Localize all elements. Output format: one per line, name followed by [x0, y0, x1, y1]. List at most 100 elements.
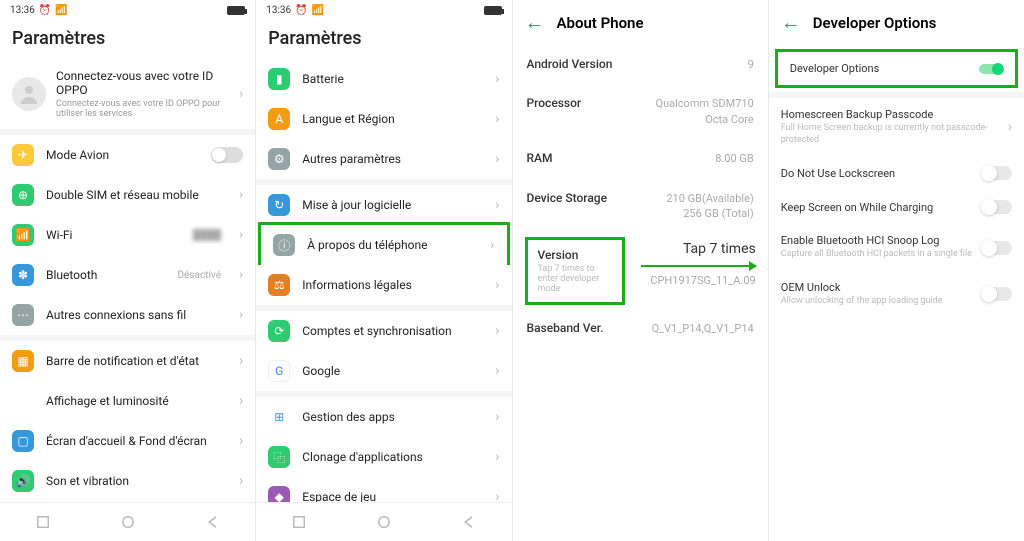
- developer-options-toggle-row[interactable]: Developer Options: [778, 52, 1015, 85]
- no-lockscreen-toggle[interactable]: [982, 166, 1012, 180]
- wallpaper-icon: ▢: [12, 430, 34, 452]
- software-update-row[interactable]: ↻ Mise à jour logicielle ›: [256, 185, 511, 225]
- chevron-right-icon: ›: [495, 489, 499, 502]
- page-title: About Phone: [557, 14, 644, 32]
- clone-icon: ⿻: [268, 446, 290, 468]
- bluetooth-hci-row[interactable]: Enable Bluetooth HCI Snoop Log Capture a…: [769, 224, 1024, 271]
- wifi-icon: 📶: [55, 5, 67, 16]
- chevron-right-icon: ›: [495, 111, 499, 127]
- wallpaper-row[interactable]: ▢ Écran d'accueil & Fond d'écran ›: [0, 421, 255, 461]
- recents-button[interactable]: [290, 513, 308, 531]
- ram-row[interactable]: RAM 8.00 GB: [513, 139, 768, 178]
- app-clone-row[interactable]: ⿻ Clonage d'applications ›: [256, 437, 511, 477]
- baseband-row[interactable]: Baseband Ver. Q_V1_P14,Q_V1_P14: [513, 309, 768, 348]
- page-title: Developer Options: [813, 14, 937, 32]
- avatar: [12, 77, 46, 111]
- status-bar: 13:36 ⏰ 📶: [0, 0, 255, 20]
- chevron-right-icon: ›: [239, 267, 243, 283]
- other-settings-row[interactable]: ⚙ Autres paramètres ›: [256, 139, 511, 179]
- chevron-right-icon: ›: [239, 433, 243, 449]
- airplane-mode-row[interactable]: ✈ Mode Avion: [0, 135, 255, 175]
- chevron-right-icon: ›: [495, 277, 499, 293]
- chevron-right-icon: ›: [495, 197, 499, 213]
- account-row[interactable]: Connectez-vous avec votre ID OPPO Connec…: [0, 59, 255, 129]
- back-button[interactable]: [460, 513, 478, 531]
- chevron-right-icon: ›: [239, 187, 243, 203]
- gear-icon: ⚙: [268, 148, 290, 170]
- other-connections-row[interactable]: ⋯ Autres connexions sans fil ›: [0, 295, 255, 335]
- update-icon: ↻: [268, 194, 290, 216]
- back-arrow[interactable]: ←: [781, 10, 801, 35]
- game-space-row[interactable]: ◆ Espace de jeu ›: [256, 477, 511, 502]
- google-icon: G: [268, 360, 290, 382]
- legal-info-row[interactable]: ⚖ Informations légales ›: [256, 265, 511, 305]
- legal-icon: ⚖: [268, 274, 290, 296]
- back-button[interactable]: [204, 513, 222, 531]
- battery-row[interactable]: ▮ Batterie ›: [256, 59, 511, 99]
- language-row[interactable]: A Langue et Région ›: [256, 99, 511, 139]
- notification-bar-row[interactable]: ▦ Barre de notification et d'état ›: [0, 341, 255, 381]
- sound-icon: 🔊: [12, 470, 34, 492]
- account-subtitle: Connectez-vous avec votre ID OPPO pour u…: [56, 99, 229, 119]
- accounts-row[interactable]: ⟳ Comptes et synchronisation ›: [256, 311, 511, 351]
- android-version-row[interactable]: Android Version 9: [513, 45, 768, 84]
- battery-icon: [227, 6, 245, 15]
- language-icon: A: [268, 108, 290, 130]
- sim-icon: ⊕: [12, 184, 34, 206]
- info-icon: ⓘ: [273, 234, 295, 256]
- chevron-right-icon: ›: [495, 151, 499, 167]
- notification-icon: ▦: [12, 350, 34, 372]
- time: 13:36: [10, 5, 35, 16]
- settings-panel-1: 13:36 ⏰ 📶 Paramètres Connectez-vous avec v…: [0, 0, 256, 541]
- version-row-highlight[interactable]: Version Tap 7 times to enter developer m…: [525, 237, 625, 305]
- chevron-right-icon: ›: [1008, 119, 1012, 135]
- dual-sim-row[interactable]: ⊕ Double SIM et réseau mobile ›: [0, 175, 255, 215]
- display-row[interactable]: ☀ Affichage et luminosité ›: [0, 381, 255, 421]
- airplane-icon: ✈: [12, 144, 34, 166]
- homescreen-backup-row[interactable]: Homescreen Backup Passcode Full Home Scr…: [769, 98, 1024, 156]
- alarm-icon: ⏰: [39, 5, 51, 16]
- chevron-right-icon: ›: [239, 473, 243, 489]
- bluetooth-icon: ✽: [12, 264, 34, 286]
- recents-button[interactable]: [34, 513, 52, 531]
- airplane-toggle[interactable]: [211, 147, 243, 163]
- chevron-right-icon: ›: [495, 449, 499, 465]
- game-icon: ◆: [268, 486, 290, 502]
- hci-toggle[interactable]: [982, 241, 1012, 255]
- sound-row[interactable]: 🔊 Son et vibration ›: [0, 461, 255, 501]
- chevron-right-icon: ›: [239, 353, 243, 369]
- arrow-annotation: [641, 265, 756, 267]
- chevron-right-icon: ›: [495, 409, 499, 425]
- no-lockscreen-row[interactable]: Do Not Use Lockscreen: [769, 156, 1024, 190]
- apps-icon: ⊞: [268, 406, 290, 428]
- status-bar: 13:36⏰📶: [256, 0, 511, 20]
- page-title: Paramètres: [0, 20, 255, 59]
- about-phone-row[interactable]: ⓘ À propos du téléphone ›: [261, 225, 506, 265]
- keep-screen-on-row[interactable]: Keep Screen on While Charging: [769, 190, 1024, 224]
- bluetooth-row[interactable]: ✽ Bluetooth Désactivé ›: [0, 255, 255, 295]
- battery-icon: ▮: [268, 68, 290, 90]
- google-row[interactable]: G Google ›: [256, 351, 511, 391]
- home-button[interactable]: [119, 513, 137, 531]
- chevron-right-icon: ›: [495, 363, 499, 379]
- chevron-right-icon: ›: [490, 237, 494, 253]
- keep-screen-toggle[interactable]: [982, 200, 1012, 214]
- apps-management-row[interactable]: ⊞ Gestion des apps ›: [256, 397, 511, 437]
- oem-unlock-row[interactable]: OEM Unlock Allow unlocking of the app lo…: [769, 271, 1024, 318]
- storage-row[interactable]: Device Storage 210 GB(Available) 256 GB …: [513, 179, 768, 234]
- settings-panel-2: 13:36⏰📶 Paramètres ▮ Batterie › A Langue…: [256, 0, 512, 541]
- chevron-right-icon: ›: [495, 71, 499, 87]
- connections-icon: ⋯: [12, 304, 34, 326]
- sync-icon: ⟳: [268, 320, 290, 342]
- wifi-row[interactable]: 📶 Wi-Fi ████ ›: [0, 215, 255, 255]
- account-title: Connectez-vous avec votre ID OPPO: [56, 69, 229, 97]
- alarm-icon: ⏰: [295, 5, 307, 16]
- home-button[interactable]: [375, 513, 393, 531]
- processor-row[interactable]: Processor Qualcomm SDM710 Octa Core: [513, 84, 768, 139]
- time: 13:36: [266, 5, 291, 16]
- chevron-right-icon: ›: [239, 393, 243, 409]
- back-arrow[interactable]: ←: [525, 10, 545, 35]
- page-title: Paramètres: [256, 20, 511, 59]
- developer-toggle-on[interactable]: [979, 64, 1003, 74]
- oem-toggle[interactable]: [982, 287, 1012, 301]
